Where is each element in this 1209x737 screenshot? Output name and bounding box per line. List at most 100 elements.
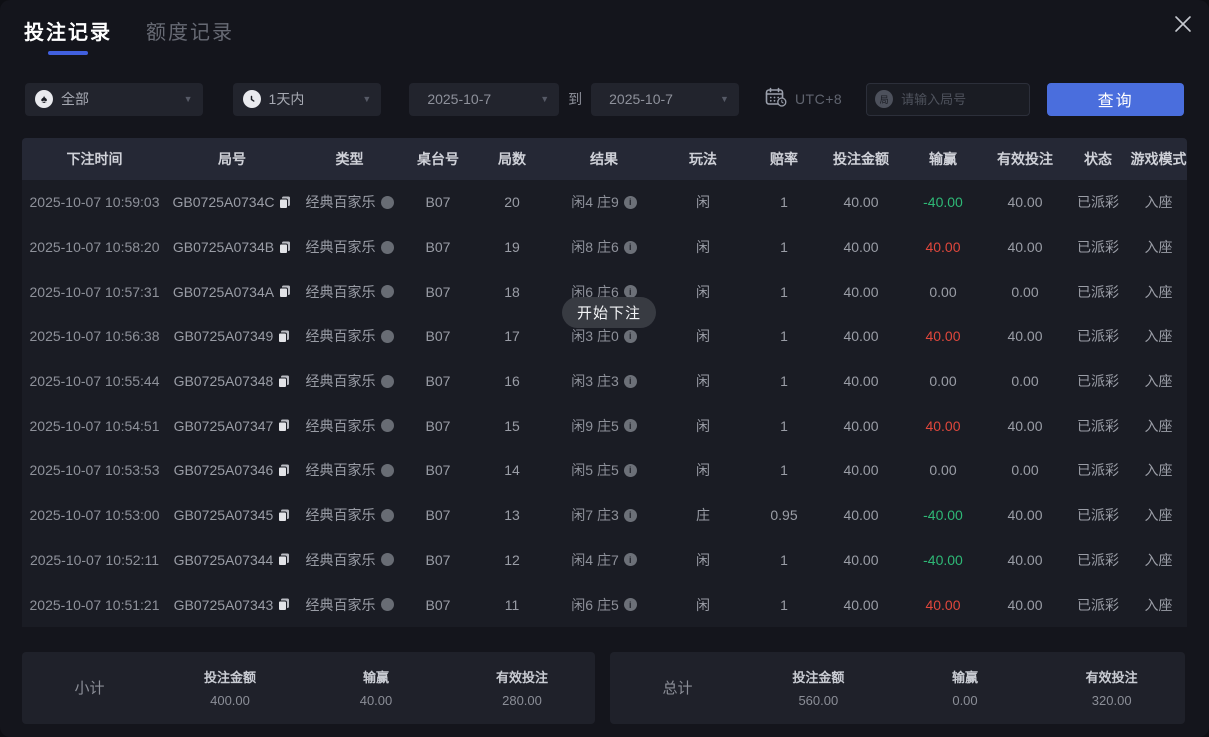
summary-row: 小计 投注金额 400.00 输赢 40.00 有效投注 280.00 总计 投… xyxy=(22,652,1187,724)
status-cell: 已派彩 xyxy=(1066,460,1130,480)
subtotal-bet-amount: 投注金额 400.00 xyxy=(157,667,303,708)
game-mode-cell: 入座 xyxy=(1130,282,1187,302)
game-type-select[interactable]: ♠ 全部 ▼ xyxy=(25,83,203,116)
win-loss-cell: 40.00 xyxy=(902,239,984,255)
win-loss-cell: 40.00 xyxy=(902,328,984,344)
game-type-cell: 经典百家乐 xyxy=(297,282,402,302)
bet-amount-cell: 40.00 xyxy=(820,239,902,255)
game-mode-cell: 入座 xyxy=(1130,595,1187,615)
odds-cell: 0.95 xyxy=(748,507,820,523)
rounds-cell: 19 xyxy=(474,239,550,255)
game-id-search-input[interactable] xyxy=(893,92,1021,107)
game-logo-icon xyxy=(381,419,394,432)
date-from-select[interactable]: 2025-10-7 ▼ xyxy=(409,83,559,116)
odds-cell: 1 xyxy=(748,284,820,300)
game-type-cell: 经典百家乐 xyxy=(297,192,402,212)
odds-cell: 1 xyxy=(748,462,820,478)
table-body: 2025-10-07 10:59:03GB0725A0734C经典百家乐B072… xyxy=(22,180,1187,627)
time-range-select[interactable]: 1天内 ▼ xyxy=(233,83,382,116)
status-cell: 已派彩 xyxy=(1066,550,1130,570)
rounds-cell: 14 xyxy=(474,462,550,478)
query-button[interactable]: 查询 xyxy=(1047,83,1184,116)
result-cell: 闲5 庄5i xyxy=(550,460,658,480)
status-cell: 已派彩 xyxy=(1066,505,1130,525)
bet-records-table: 下注时间局号类型桌台号局数结果玩法赔率投注金额输赢有效投注状态游戏模式 2025… xyxy=(22,138,1187,627)
copy-icon[interactable] xyxy=(278,553,290,566)
copy-icon[interactable] xyxy=(279,241,291,254)
bet-time-cell: 2025-10-07 10:52:11 xyxy=(22,552,167,568)
valid-bet-cell: 40.00 xyxy=(984,507,1066,523)
copy-icon[interactable] xyxy=(278,464,290,477)
bet-time-cell: 2025-10-07 10:55:44 xyxy=(22,373,167,389)
bet-time-cell: 2025-10-07 10:53:53 xyxy=(22,462,167,478)
column-header-1: 局号 xyxy=(167,149,297,169)
info-icon[interactable]: i xyxy=(624,464,637,477)
status-cell: 已派彩 xyxy=(1066,326,1130,346)
info-icon[interactable]: i xyxy=(624,553,637,566)
table-header-row: 下注时间局号类型桌台号局数结果玩法赔率投注金额输赢有效投注状态游戏模式 xyxy=(22,138,1187,180)
win-loss-cell: 0.00 xyxy=(902,284,984,300)
bet-amount-cell: 40.00 xyxy=(820,552,902,568)
odds-cell: 1 xyxy=(748,373,820,389)
column-header-12: 游戏模式 xyxy=(1130,149,1187,169)
valid-bet-cell: 40.00 xyxy=(984,552,1066,568)
result-cell: 闲4 庄9i xyxy=(550,192,658,212)
total-bet-amount: 投注金额 560.00 xyxy=(745,667,892,708)
calendar-clock-icon xyxy=(765,87,787,112)
timezone-indicator: UTC+8 xyxy=(765,87,842,112)
copy-icon[interactable] xyxy=(278,330,290,343)
bet-time-cell: 2025-10-07 10:57:31 xyxy=(22,284,167,300)
bet-time-cell: 2025-10-07 10:56:38 xyxy=(22,328,167,344)
table-id-cell: B07 xyxy=(402,239,474,255)
game-mode-cell: 入座 xyxy=(1130,192,1187,212)
date-to-select[interactable]: 2025-10-7 ▼ xyxy=(591,83,739,116)
rounds-cell: 18 xyxy=(474,284,550,300)
column-header-5: 结果 xyxy=(550,149,658,169)
info-icon[interactable]: i xyxy=(624,598,637,611)
copy-icon[interactable] xyxy=(278,419,290,432)
tab-betting-records[interactable]: 投注记录 xyxy=(24,16,112,57)
play-cell: 闲 xyxy=(658,282,748,302)
info-icon[interactable]: i xyxy=(624,509,637,522)
filter-bar: ♠ 全部 ▼ 1天内 ▼ 2025-10-7 ▼ 到 2025-10-7 ▼ U… xyxy=(25,82,1184,116)
tab-quota-records[interactable]: 额度记录 xyxy=(146,16,234,57)
game-logo-icon xyxy=(381,553,394,566)
info-icon[interactable]: i xyxy=(624,330,637,343)
game-mode-cell: 入座 xyxy=(1130,550,1187,570)
copy-icon[interactable] xyxy=(278,509,290,522)
bet-amount-cell: 40.00 xyxy=(820,597,902,613)
play-cell: 闲 xyxy=(658,595,748,615)
rounds-cell: 13 xyxy=(474,507,550,523)
win-loss-cell: 40.00 xyxy=(902,597,984,613)
total-panel: 总计 投注金额 560.00 输赢 0.00 有效投注 320.00 xyxy=(610,652,1185,724)
table-row: 2025-10-07 10:53:53GB0725A07346经典百家乐B071… xyxy=(22,448,1187,493)
result-cell: 闲7 庄3i xyxy=(550,505,658,525)
result-cell: 闲6 庄5i xyxy=(550,595,658,615)
win-loss-cell: 0.00 xyxy=(902,373,984,389)
valid-bet-cell: 0.00 xyxy=(984,284,1066,300)
status-cell: 已派彩 xyxy=(1066,595,1130,615)
table-row: 2025-10-07 10:58:20GB0725A0734B经典百家乐B071… xyxy=(22,225,1187,270)
info-icon[interactable]: i xyxy=(624,375,637,388)
copy-icon[interactable] xyxy=(278,598,290,611)
copy-icon[interactable] xyxy=(279,196,291,209)
bet-amount-cell: 40.00 xyxy=(820,507,902,523)
game-id-cell: GB0725A07349 xyxy=(167,328,297,344)
rounds-cell: 20 xyxy=(474,194,550,210)
column-header-6: 玩法 xyxy=(658,149,748,169)
game-logo-icon xyxy=(381,285,394,298)
subtotal-panel: 小计 投注金额 400.00 输赢 40.00 有效投注 280.00 xyxy=(22,652,595,724)
bet-amount-cell: 40.00 xyxy=(820,462,902,478)
play-cell: 闲 xyxy=(658,192,748,212)
close-icon[interactable] xyxy=(1171,12,1195,36)
timezone-label: UTC+8 xyxy=(795,91,842,107)
play-cell: 闲 xyxy=(658,237,748,257)
copy-icon[interactable] xyxy=(278,375,290,388)
subtotal-win-loss: 输赢 40.00 xyxy=(303,667,449,708)
table-id-cell: B07 xyxy=(402,462,474,478)
copy-icon[interactable] xyxy=(279,285,291,298)
game-mode-cell: 入座 xyxy=(1130,326,1187,346)
info-icon[interactable]: i xyxy=(624,196,637,209)
info-icon[interactable]: i xyxy=(624,419,637,432)
info-icon[interactable]: i xyxy=(624,241,637,254)
